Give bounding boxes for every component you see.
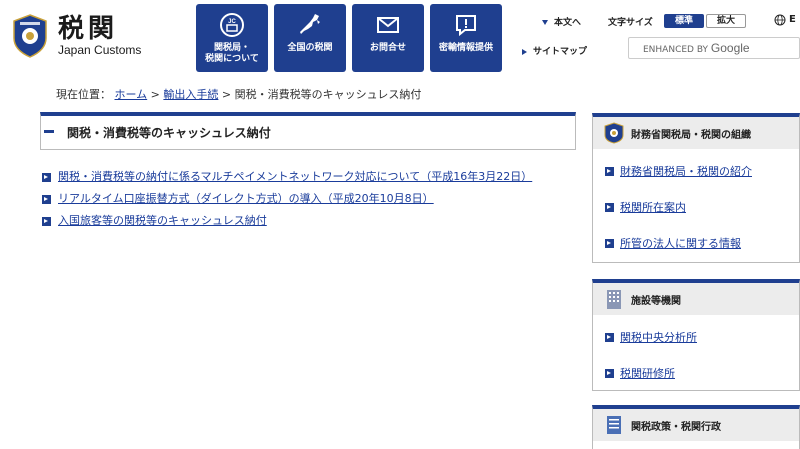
font-size-standard-button[interactable]: 標準	[664, 14, 704, 28]
nav-contact-button[interactable]: お問合せ	[352, 4, 424, 72]
content-link[interactable]: リアルタイム口座振替方式（ダイレクト方式）の導入（平成20年10月8日）	[58, 188, 434, 210]
sidebar-link[interactable]: 税関研修所	[620, 365, 675, 381]
jc-badge-icon: JC	[220, 13, 244, 37]
global-nav: JC 関税局・ 税関について 全国の税関 お問合せ 密輸情報提供	[196, 4, 502, 72]
breadcrumb-home-link[interactable]: ホーム	[115, 88, 148, 101]
breadcrumb-separator: >	[221, 88, 232, 101]
breadcrumb-prefix: 現在位置：	[56, 88, 111, 101]
nav-about-label: 関税局・ 税関について	[205, 43, 259, 64]
content-link[interactable]: 入国旅客等の関税等のキャッシュレス納付	[58, 210, 267, 232]
sidebar-link[interactable]: 財務省関税局・税関の紹介	[620, 163, 752, 179]
site-header: 税関 Japan Customs JC 関税局・ 税関について 全国の税関 お問…	[0, 0, 800, 80]
list-item: 入国旅客等の関税等のキャッシュレス納付	[42, 210, 532, 232]
list-item: 税関所在案内	[605, 189, 799, 225]
arrow-square-icon	[42, 172, 51, 182]
sidebar-box-title: 財務省関税局・税関の組織	[631, 129, 751, 141]
sidebar-box-header: 施設等機関	[593, 283, 799, 315]
sidebar-box-header: 財務省関税局・税関の組織	[593, 117, 799, 149]
arrow-square-icon	[605, 368, 614, 378]
list-item: 財務省関税局・税関の紹介	[605, 153, 799, 189]
nav-offices-button[interactable]: 全国の税関	[274, 4, 346, 72]
site-title: 税関	[58, 14, 119, 44]
nav-about-button[interactable]: JC 関税局・ 税関について	[196, 4, 268, 72]
site-subtitle: Japan Customs	[58, 43, 142, 57]
search-enhanced-label: ENHANCED BY	[643, 45, 709, 55]
arrow-square-icon	[605, 238, 614, 248]
breadcrumb: 現在位置： ホーム > 輸出入手続 > 関税・消費税等のキャッシュレス納付	[56, 86, 421, 102]
list-item: 関税中央分析所	[605, 319, 799, 355]
list-item: 関税・消費税等の納付に係るマルチペイメントネットワーク対応について（平成16年3…	[42, 166, 532, 188]
svg-text:JC: JC	[228, 19, 236, 25]
sidebar-facilities-box: 施設等機関 関税中央分析所 税関研修所	[592, 279, 800, 391]
skip-to-content-link[interactable]: 本文へ	[542, 15, 581, 28]
content-link[interactable]: 関税・消費税等の納付に係るマルチペイメントネットワーク対応について（平成16年3…	[58, 166, 532, 188]
sidebar-link[interactable]: 関税中央分析所	[620, 329, 697, 345]
sidebar-link[interactable]: 税関所在案内	[620, 199, 686, 215]
nav-contact-label: お問合せ	[369, 43, 406, 53]
document-icon	[607, 416, 621, 434]
title-bar-mark	[44, 130, 54, 133]
list-item: 所管の法人に関する情報	[605, 225, 799, 261]
triangle-down-icon	[542, 20, 548, 25]
globe-icon	[774, 14, 786, 26]
arrow-square-icon	[605, 166, 614, 176]
sidebar-policy-box: 関税政策・税関行政	[592, 405, 800, 449]
page-title-box: 関税・消費税等のキャッシュレス納付	[40, 112, 576, 150]
content-link-list: 関税・消費税等の納付に係るマルチペイメントネットワーク対応について（平成16年3…	[42, 166, 532, 232]
mail-icon	[377, 17, 399, 33]
search-input[interactable]: ENHANCED BY Google	[628, 37, 800, 59]
page-title: 関税・消費税等のキャッシュレス納付	[67, 126, 271, 140]
japan-map-icon	[300, 14, 320, 34]
building-icon	[607, 290, 621, 309]
speech-bubble-icon	[456, 15, 476, 37]
breadcrumb-current: 関税・消費税等のキャッシュレス納付	[234, 88, 422, 101]
font-size-large-button[interactable]: 拡大	[706, 14, 746, 28]
arrow-square-icon	[42, 194, 51, 204]
arrow-square-icon	[605, 332, 614, 342]
list-item: 税関研修所	[605, 355, 799, 391]
list-item: リアルタイム口座振替方式（ダイレクト方式）の導入（平成20年10月8日）	[42, 188, 532, 210]
language-switch[interactable]: E	[789, 14, 796, 25]
site-logo[interactable]: 税関 Japan Customs	[12, 14, 141, 58]
sidebar-box-title: 施設等機関	[631, 295, 681, 307]
triangle-right-icon	[522, 48, 527, 55]
sidebar-organization-box: 財務省関税局・税関の組織 財務省関税局・税関の紹介 税関所在案内 所管の法人に関…	[592, 113, 800, 263]
sidebar-link[interactable]: 所管の法人に関する情報	[620, 235, 741, 251]
sidebar-box-title: 関税政策・税関行政	[631, 421, 721, 433]
sidebar-link-list: 財務省関税局・税関の紹介 税関所在案内 所管の法人に関する情報	[593, 149, 799, 261]
breadcrumb-parent-link[interactable]: 輸出入手続	[163, 88, 218, 101]
google-logo: Google	[710, 41, 750, 55]
arrow-square-icon	[605, 202, 614, 212]
customs-emblem-icon	[604, 122, 624, 144]
breadcrumb-separator: >	[150, 88, 160, 101]
nav-offices-label: 全国の税関	[287, 43, 333, 53]
nav-smuggling-report-label: 密輸情報提供	[438, 43, 493, 53]
arrow-square-icon	[42, 216, 51, 226]
sidebar-box-header: 関税政策・税関行政	[593, 409, 799, 441]
customs-emblem-icon	[13, 14, 47, 58]
sitemap-link[interactable]: サイトマップ	[522, 44, 587, 57]
nav-smuggling-report-button[interactable]: 密輸情報提供	[430, 4, 502, 72]
sidebar-link-list: 関税中央分析所 税関研修所	[593, 315, 799, 391]
font-size-label: 文字サイズ	[608, 18, 653, 28]
